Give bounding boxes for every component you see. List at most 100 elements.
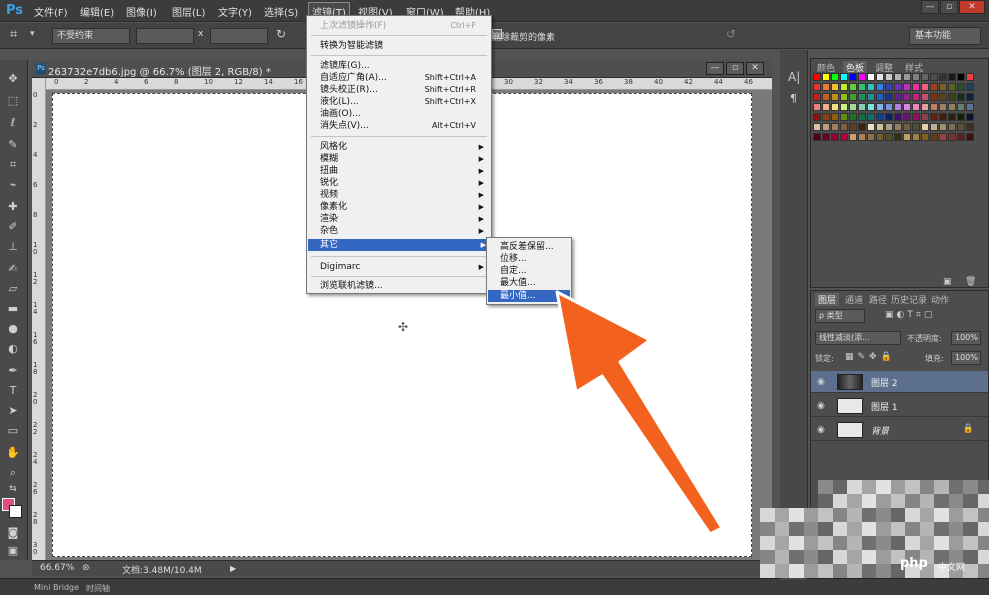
menu-item-lens-correction[interactable]: 镜头校正(R)... Shift+Ctrl+R [320,84,488,96]
color-swatch[interactable] [876,73,884,81]
color-swatch[interactable] [957,123,965,131]
color-swatch[interactable] [912,83,920,91]
color-swatch[interactable] [849,103,857,111]
status-menu-arrow-icon[interactable]: ▶ [230,564,236,573]
color-swatch[interactable] [885,113,893,121]
color-swatch[interactable] [948,73,956,81]
tab-channels[interactable]: 通道 [845,293,863,306]
color-swatch[interactable] [957,83,965,91]
color-swatch[interactable] [894,73,902,81]
menu-item-video[interactable]: 视频 ▶ [320,189,488,201]
crop-height-input[interactable] [210,28,268,44]
color-swatch[interactable] [903,133,911,141]
menu-item-sharpen[interactable]: 锐化 ▶ [320,177,488,189]
pen-tool-icon[interactable]: ✒ [5,364,21,378]
clone-stamp-tool-icon[interactable]: ⊥ [5,240,21,254]
color-swatch[interactable] [903,113,911,121]
color-swatch[interactable] [831,133,839,141]
background-color-swatch[interactable] [9,505,22,518]
color-swatch[interactable] [912,123,920,131]
color-swatch[interactable] [930,93,938,101]
tab-paths[interactable]: 路径 [869,293,887,306]
eyedropper-tool-icon[interactable]: ⌁ [5,178,21,192]
menu-item-distort[interactable]: 扭曲 ▶ [320,165,488,177]
color-swatch[interactable] [867,73,875,81]
color-swatch[interactable] [921,83,929,91]
menu-select[interactable]: 选择(S) [264,4,298,19]
menu-item-noise[interactable]: 杂色 ▶ [320,225,488,237]
tool-preset-dropdown-icon[interactable]: ▾ [30,29,35,39]
rotate-icon[interactable]: ↻ [276,27,286,41]
layer-row[interactable]: ◉ 背景 🔒 [811,419,988,441]
color-swatch[interactable] [930,73,938,81]
color-swatch[interactable] [903,73,911,81]
doc-restore-button[interactable]: ▫ [726,62,744,75]
color-swatch[interactable] [921,133,929,141]
color-swatch[interactable] [840,83,848,91]
reset-icon[interactable]: ↺ [726,27,736,41]
color-swatch[interactable] [966,123,974,131]
new-swatch-icon[interactable]: ▣ [943,277,952,287]
submenu-item-offset[interactable]: 位移... [488,253,570,265]
color-swatch[interactable] [849,113,857,121]
dodge-tool-icon[interactable]: ◐ [5,342,21,356]
layer-row[interactable]: ◉ 图层 1 [811,395,988,417]
color-swatch[interactable] [894,123,902,131]
color-swatch[interactable] [957,133,965,141]
color-swatch[interactable] [939,123,947,131]
menu-item-vanishing-point[interactable]: 消失点(V)... Alt+Ctrl+V [320,120,488,132]
submenu-item-custom[interactable]: 自定... [488,265,570,277]
color-swatch[interactable] [885,123,893,131]
color-swatch[interactable] [849,123,857,131]
color-swatch[interactable] [840,113,848,121]
menu-item-blur[interactable]: 模糊 ▶ [320,153,488,165]
color-swatch[interactable] [822,93,830,101]
color-swatch[interactable] [912,133,920,141]
color-swatch[interactable] [813,73,821,81]
color-swatch[interactable] [948,93,956,101]
color-swatch[interactable] [894,103,902,111]
color-swatch[interactable] [831,123,839,131]
marquee-tool-icon[interactable]: ⬚ [5,94,21,108]
color-swatch[interactable] [858,93,866,101]
constraint-dropdown[interactable]: 不受约束 [52,28,130,44]
color-swatch[interactable] [957,73,965,81]
color-swatch[interactable] [966,113,974,121]
menu-layer[interactable]: 图层(L) [172,4,205,19]
color-swatch[interactable] [885,73,893,81]
color-swatch[interactable] [948,113,956,121]
color-swatch[interactable] [885,83,893,91]
color-swatch[interactable] [867,123,875,131]
color-swatch[interactable] [867,113,875,121]
brush-tool-icon[interactable]: ✐ [5,220,21,234]
color-swatch[interactable] [885,103,893,111]
color-swatch[interactable] [840,103,848,111]
gradient-tool-icon[interactable]: ▬ [5,302,21,316]
tab-timeline[interactable]: 时间轴 [86,583,110,594]
color-swatch[interactable] [831,83,839,91]
lasso-tool-icon[interactable]: ℓ [5,116,21,130]
color-swatch[interactable] [813,133,821,141]
color-swatch[interactable] [858,73,866,81]
color-swatch[interactable] [867,93,875,101]
menu-item-liquify[interactable]: 液化(L)... Shift+Ctrl+X [320,96,488,108]
color-swatch[interactable] [849,133,857,141]
eraser-tool-icon[interactable]: ▱ [5,282,21,296]
move-tool-icon[interactable]: ✥ [5,72,21,86]
color-swatch[interactable] [912,93,920,101]
color-swatch[interactable] [858,83,866,91]
color-swatch[interactable] [966,93,974,101]
menu-item-other[interactable]: 其它 ▶ [308,239,490,251]
color-swatch[interactable] [894,93,902,101]
color-swatch[interactable] [813,113,821,121]
minimize-button[interactable]: — [921,0,939,14]
color-swatch[interactable] [822,83,830,91]
status-info-icon[interactable]: ⊛ [82,563,90,573]
healing-brush-tool-icon[interactable]: ✚ [5,200,21,214]
lock-icons[interactable]: ▦✎✥🔒 [845,352,896,362]
color-swatch[interactable] [840,133,848,141]
color-swatch[interactable] [966,133,974,141]
color-swatch[interactable] [966,103,974,111]
color-swatch[interactable] [930,103,938,111]
color-swatch[interactable] [813,123,821,131]
